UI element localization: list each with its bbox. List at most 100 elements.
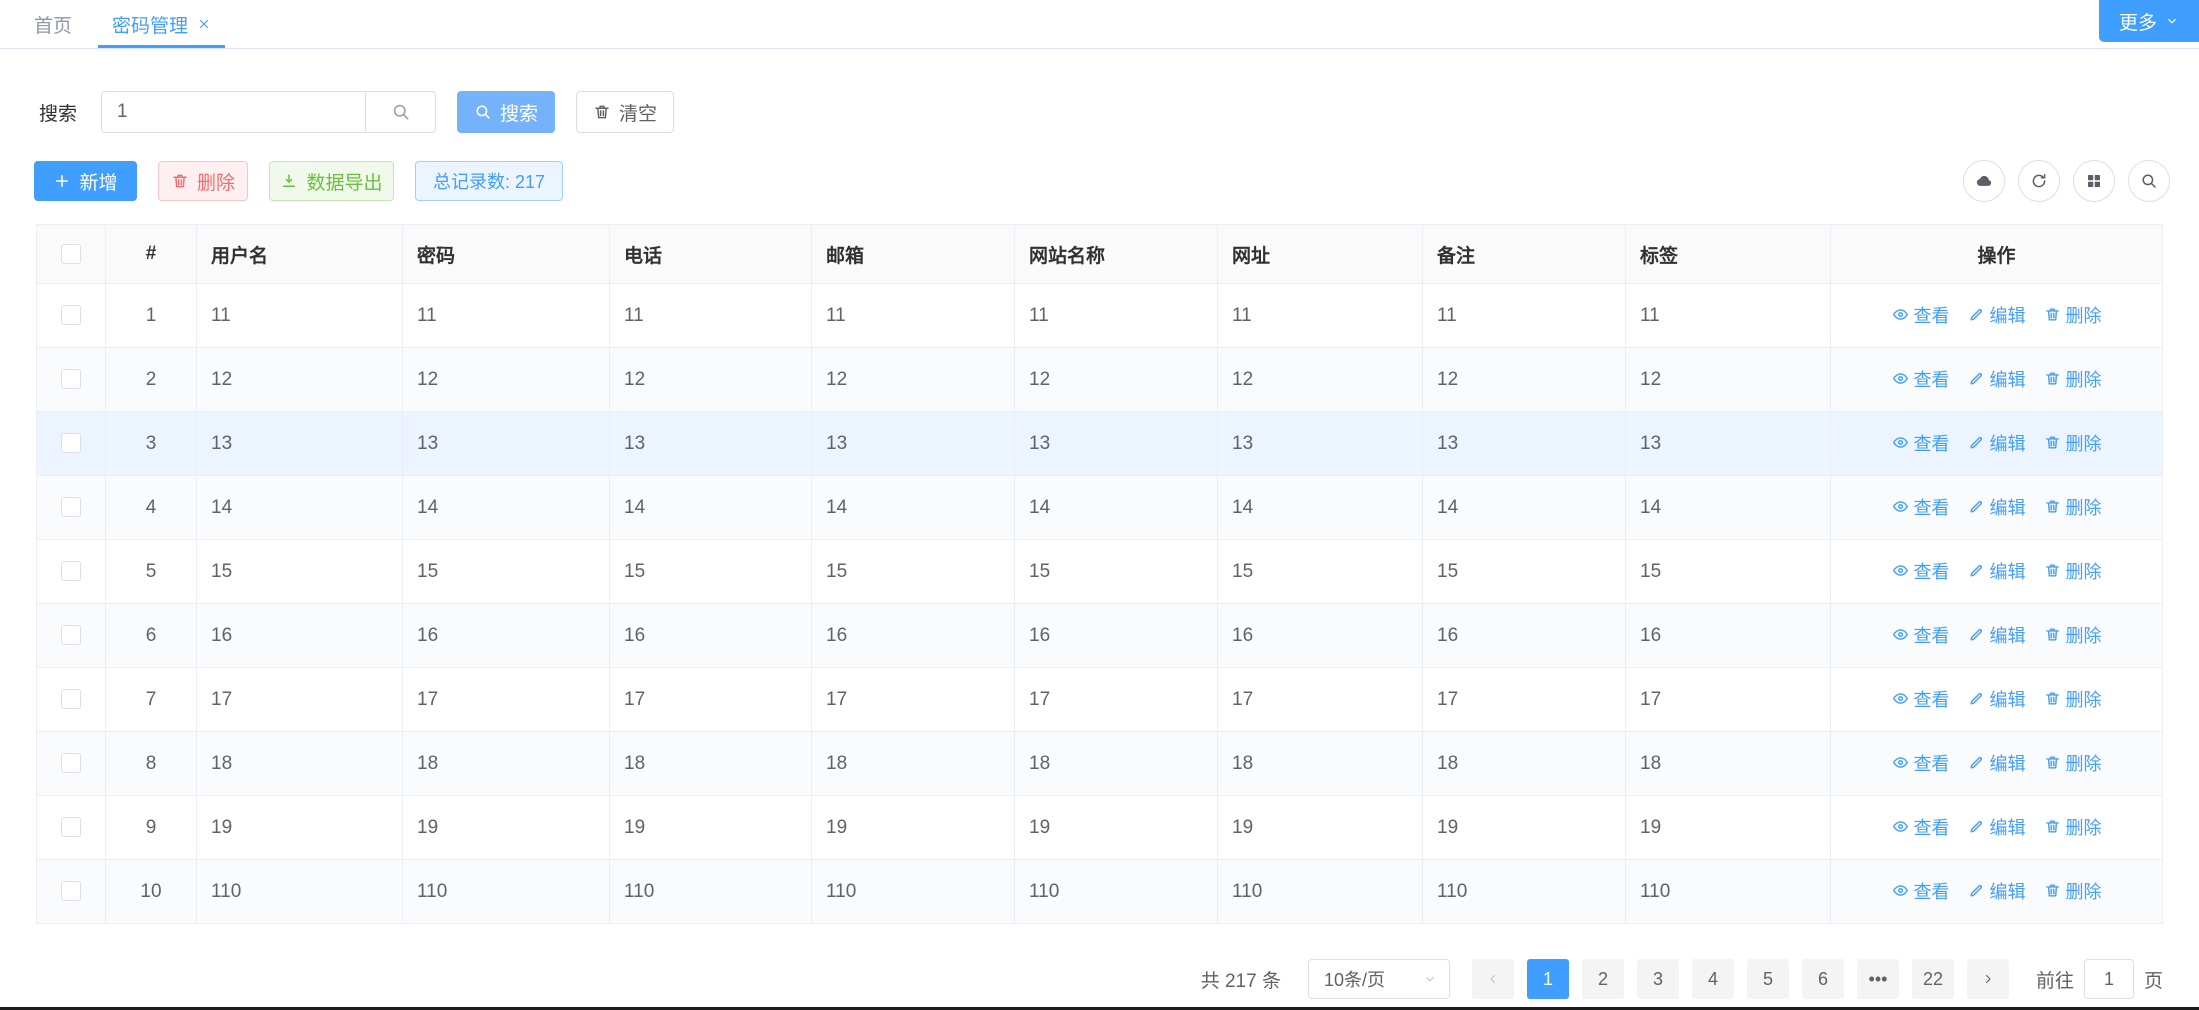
delete-button[interactable]: 删除 — [2044, 494, 2102, 520]
delete-button[interactable]: 删除 — [2044, 430, 2102, 456]
tab-password-management[interactable]: 密码管理 — [92, 0, 231, 48]
more-button[interactable]: 更多 — [2099, 0, 2199, 42]
row-cell: 110 — [812, 860, 1015, 924]
delete-button[interactable]: 删除 — [2044, 622, 2102, 648]
delete-button[interactable]: 删除 — [2044, 814, 2102, 840]
close-tab-icon[interactable] — [197, 17, 211, 31]
edit-button[interactable]: 编辑 — [1968, 622, 2026, 648]
view-button[interactable]: 查看 — [1892, 494, 1950, 520]
export-button[interactable]: 数据导出 — [269, 161, 394, 201]
row-cell: 110 — [1423, 860, 1626, 924]
row-checkbox[interactable] — [61, 561, 81, 581]
trash-icon — [2044, 498, 2061, 515]
row-checkbox[interactable] — [61, 497, 81, 517]
delete-button-label: 删除 — [197, 168, 235, 195]
table-row[interactable]: 10110110110110110110110110查看编辑删除 — [37, 860, 2163, 924]
grid-icon — [2085, 172, 2103, 190]
page-ellipsis[interactable]: ••• — [1857, 959, 1899, 999]
row-checkbox[interactable] — [61, 689, 81, 709]
row-checkbox[interactable] — [61, 817, 81, 837]
edit-button[interactable]: 编辑 — [1968, 302, 2026, 328]
view-button[interactable]: 查看 — [1892, 750, 1950, 776]
view-label: 查看 — [1914, 878, 1950, 904]
pencil-icon — [1968, 434, 1985, 451]
add-button[interactable]: 新增 — [34, 161, 137, 201]
tab-home[interactable]: 首页 — [14, 0, 92, 48]
page-button-22[interactable]: 22 — [1912, 959, 1954, 999]
table-row[interactable]: 41414141414141414查看编辑删除 — [37, 476, 2163, 540]
table-row[interactable]: 51515151515151515查看编辑删除 — [37, 540, 2163, 604]
delete-button[interactable]: 删除 — [2044, 302, 2102, 328]
edit-button[interactable]: 编辑 — [1968, 430, 2026, 456]
refresh-button[interactable] — [2018, 160, 2060, 202]
edit-button[interactable]: 编辑 — [1968, 814, 2026, 840]
delete-button[interactable]: 删除 — [2044, 878, 2102, 904]
row-cell: 16 — [1626, 604, 1831, 668]
table-row[interactable]: 21212121212121212查看编辑删除 — [37, 348, 2163, 412]
edit-button[interactable]: 编辑 — [1968, 878, 2026, 904]
goto-page-input[interactable] — [2084, 959, 2134, 999]
row-index: 6 — [106, 604, 197, 668]
delete-button[interactable]: 删除 — [2044, 750, 2102, 776]
view-button[interactable]: 查看 — [1892, 814, 1950, 840]
view-button[interactable]: 查看 — [1892, 430, 1950, 456]
row-cell: 14 — [1423, 476, 1626, 540]
row-cell: 12 — [812, 348, 1015, 412]
prev-page-button[interactable] — [1472, 959, 1514, 999]
view-button[interactable]: 查看 — [1892, 622, 1950, 648]
edit-button[interactable]: 编辑 — [1968, 494, 2026, 520]
search-input-append[interactable] — [365, 92, 435, 132]
page-button-6[interactable]: 6 — [1802, 959, 1844, 999]
edit-button[interactable]: 编辑 — [1968, 750, 2026, 776]
trash-icon — [2044, 818, 2061, 835]
edit-button[interactable]: 编辑 — [1968, 366, 2026, 392]
row-checkbox[interactable] — [61, 433, 81, 453]
edit-button[interactable]: 编辑 — [1968, 558, 2026, 584]
search-toggle-button[interactable] — [2128, 160, 2170, 202]
page-button-3[interactable]: 3 — [1637, 959, 1679, 999]
clear-button[interactable]: 清空 — [576, 91, 674, 133]
row-cell: 12 — [403, 348, 610, 412]
row-checkbox[interactable] — [61, 625, 81, 645]
delete-button[interactable]: 删除 — [158, 161, 248, 201]
row-index: 2 — [106, 348, 197, 412]
row-checkbox[interactable] — [61, 881, 81, 901]
pencil-icon — [1968, 562, 1985, 579]
view-button[interactable]: 查看 — [1892, 366, 1950, 392]
edit-button[interactable]: 编辑 — [1968, 686, 2026, 712]
row-checkbox[interactable] — [61, 305, 81, 325]
delete-label: 删除 — [2066, 366, 2102, 392]
table-row[interactable]: 11111111111111111查看编辑删除 — [37, 284, 2163, 348]
column-header-password: 密码 — [403, 225, 610, 284]
search-input[interactable] — [102, 92, 365, 132]
view-button[interactable]: 查看 — [1892, 686, 1950, 712]
table-row[interactable]: 81818181818181818查看编辑删除 — [37, 732, 2163, 796]
view-button[interactable]: 查看 — [1892, 878, 1950, 904]
row-checkbox[interactable] — [61, 369, 81, 389]
cloud-export-button[interactable] — [1963, 160, 2005, 202]
select-all-checkbox[interactable] — [61, 244, 81, 264]
row-cell: 18 — [403, 732, 610, 796]
view-button[interactable]: 查看 — [1892, 558, 1950, 584]
delete-button[interactable]: 删除 — [2044, 558, 2102, 584]
page-button-2[interactable]: 2 — [1582, 959, 1624, 999]
table-row[interactable]: 91919191919191919查看编辑删除 — [37, 796, 2163, 860]
table-row[interactable]: 61616161616161616查看编辑删除 — [37, 604, 2163, 668]
row-cell: 16 — [812, 604, 1015, 668]
next-page-button[interactable] — [1967, 959, 2009, 999]
search-input-group — [101, 91, 436, 133]
view-label: 查看 — [1914, 302, 1950, 328]
table-row[interactable]: 31313131313131313查看编辑删除 — [37, 412, 2163, 476]
search-button[interactable]: 搜索 — [457, 91, 555, 133]
delete-button[interactable]: 删除 — [2044, 366, 2102, 392]
column-settings-button[interactable] — [2073, 160, 2115, 202]
view-button[interactable]: 查看 — [1892, 302, 1950, 328]
table-row[interactable]: 71717171717171717查看编辑删除 — [37, 668, 2163, 732]
row-checkbox[interactable] — [61, 753, 81, 773]
row-cell: 11 — [403, 284, 610, 348]
page-button-4[interactable]: 4 — [1692, 959, 1734, 999]
delete-button[interactable]: 删除 — [2044, 686, 2102, 712]
page-button-5[interactable]: 5 — [1747, 959, 1789, 999]
page-button-1[interactable]: 1 — [1527, 959, 1569, 999]
page-size-select[interactable]: 10条/页 — [1308, 959, 1450, 999]
